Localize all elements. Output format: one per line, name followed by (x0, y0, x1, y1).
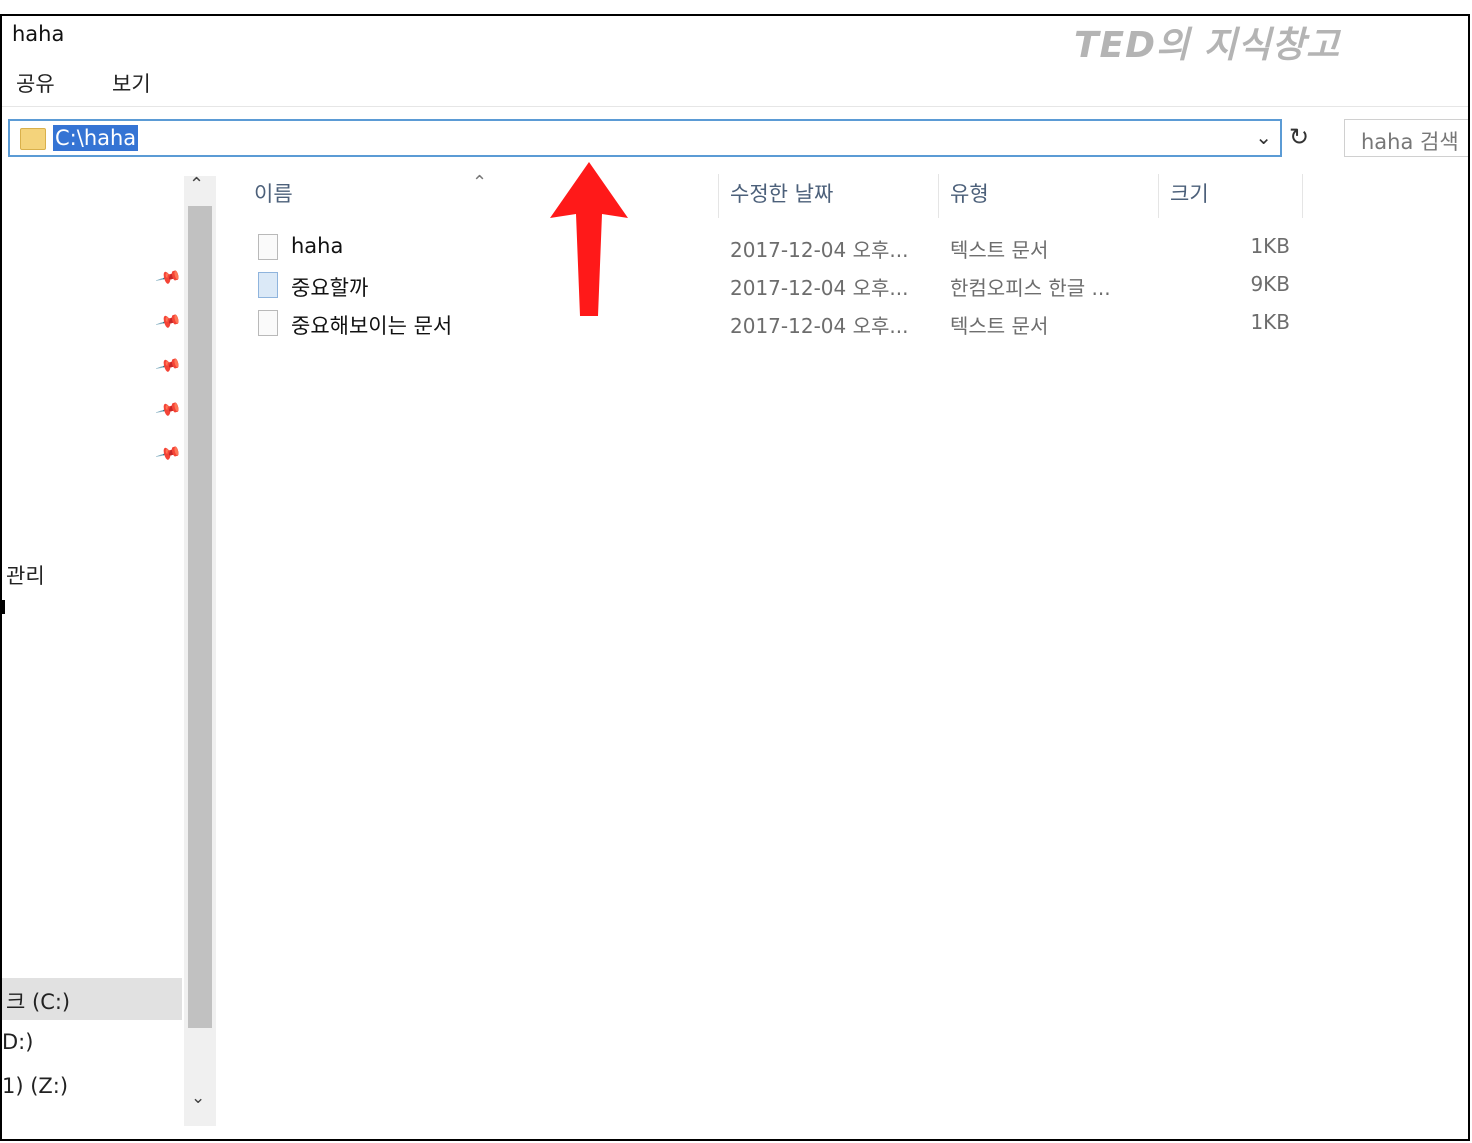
annotation-arrow-icon (550, 162, 628, 316)
column-header-name[interactable]: 이름 (254, 178, 293, 208)
folder-icon (20, 128, 46, 150)
file-size: 1KB (1250, 310, 1290, 334)
window-title: haha (12, 22, 65, 46)
sort-ascending-icon: ⌃ (472, 172, 488, 193)
column-header-date[interactable]: 수정한 날짜 (730, 178, 833, 208)
nav-item-drive-c[interactable]: 크 (C:) (6, 986, 70, 1016)
ribbon-tab-view[interactable]: 보기 (112, 68, 151, 98)
column-divider[interactable] (938, 174, 939, 218)
refresh-icon[interactable]: ↻ (1289, 123, 1309, 151)
watermark: TED의 지식창고 (1074, 25, 1341, 66)
explorer-window: haha TED의 지식창고 공유 보기 C:\haha ⌄ ↻ haha 검색… (0, 14, 1470, 1141)
nav-item-fragment (2, 600, 5, 614)
file-row[interactable]: 중요해보이는 문서 2017-12-04 오후... 텍스트 문서 1KB (2, 306, 1468, 344)
hwp-file-icon (258, 272, 278, 298)
file-name: 중요할까 (291, 276, 369, 300)
file-type: 텍스트 문서 (950, 314, 1049, 338)
file-date: 2017-12-04 오후... (730, 238, 909, 262)
chevron-down-icon[interactable]: ⌄ (1255, 125, 1272, 149)
file-name: 중요해보이는 문서 (291, 314, 453, 338)
file-size: 9KB (1250, 272, 1290, 296)
nav-item-manage[interactable]: 관리 (6, 560, 45, 590)
file-type: 텍스트 문서 (950, 238, 1049, 262)
chevron-down-icon[interactable]: ⌄ (191, 1088, 205, 1108)
search-box[interactable]: haha 검색 (1344, 119, 1468, 157)
file-date: 2017-12-04 오후... (730, 276, 909, 300)
column-header-size[interactable]: 크기 (1170, 178, 1209, 208)
column-divider[interactable] (1302, 174, 1303, 218)
file-date: 2017-12-04 오후... (730, 314, 909, 338)
pin-icon[interactable]: 📌 (154, 440, 182, 468)
file-row[interactable]: 중요할까 2017-12-04 오후... 한컴오피스 한글 ... 9KB (2, 268, 1468, 306)
address-path[interactable]: C:\haha (53, 125, 139, 151)
column-divider[interactable] (718, 174, 719, 218)
file-name: haha (291, 234, 344, 258)
pin-icon[interactable]: 📌 (154, 352, 182, 380)
column-header-type[interactable]: 유형 (950, 178, 989, 208)
nav-item-drive-z[interactable]: 1) (Z:) (2, 1074, 68, 1098)
nav-item-drive-d[interactable]: D:) (2, 1030, 33, 1054)
column-divider[interactable] (1158, 174, 1159, 218)
file-size: 1KB (1250, 234, 1290, 258)
address-bar[interactable]: C:\haha ⌄ (8, 119, 1282, 157)
file-type: 한컴오피스 한글 ... (950, 276, 1111, 300)
ribbon-tab-share[interactable]: 공유 (16, 68, 55, 98)
file-row[interactable]: haha 2017-12-04 오후... 텍스트 문서 1KB (2, 230, 1468, 268)
search-placeholder: haha 검색 (1361, 130, 1459, 154)
chevron-up-icon[interactable]: ⌃ (189, 174, 204, 195)
text-file-icon (258, 310, 278, 336)
pin-icon[interactable]: 📌 (154, 396, 182, 424)
text-file-icon (258, 234, 278, 260)
ribbon-divider (2, 106, 1468, 107)
